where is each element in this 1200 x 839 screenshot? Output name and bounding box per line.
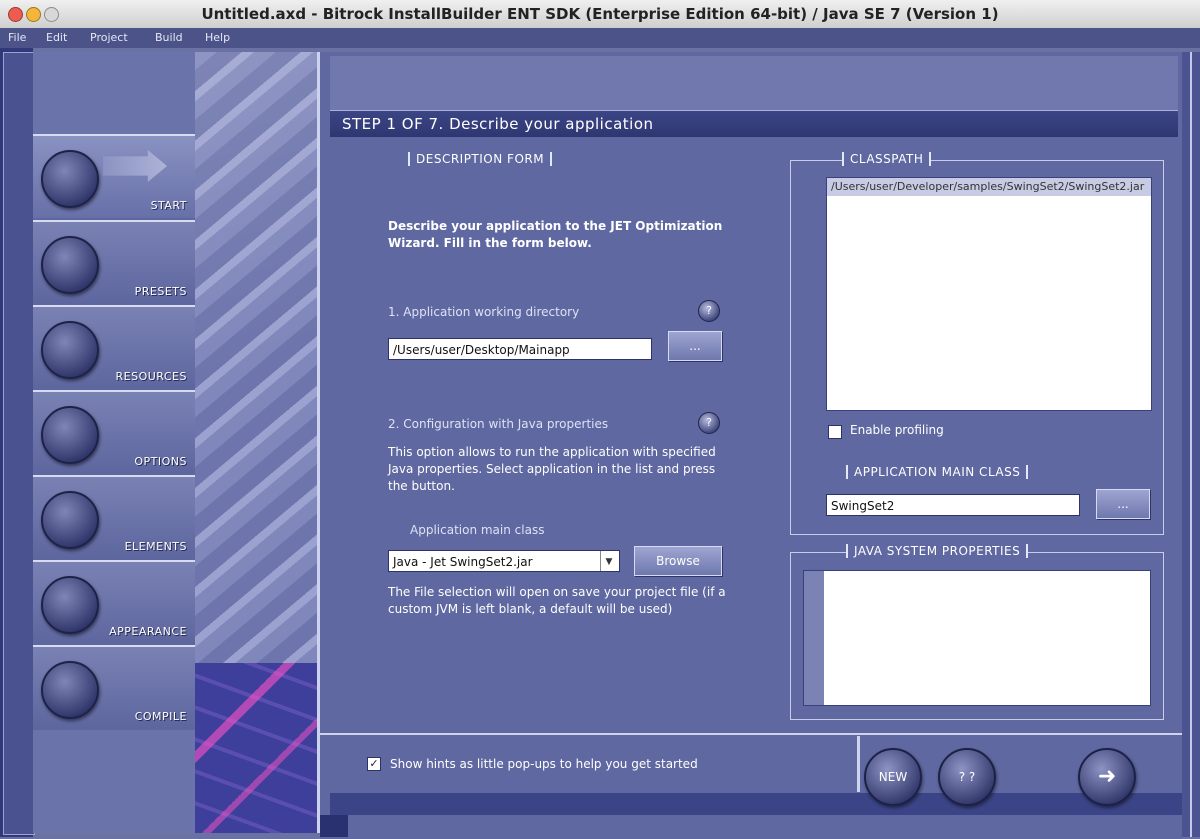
bottom-strip <box>330 793 1182 815</box>
enable-profiling-checkbox[interactable] <box>828 425 842 439</box>
help-icon[interactable]: ? <box>698 300 720 322</box>
main-class-legend: APPLICATION MAIN CLASS <box>846 465 1029 479</box>
knob-icon <box>41 150 99 208</box>
system-properties-table[interactable] <box>803 570 1151 706</box>
main-class-select-value: Java - Jet SwingSet2.jar <box>393 555 533 569</box>
sidebar-item-label: START <box>150 199 187 212</box>
menu-bar: File Edit Project Build Help <box>0 28 1200 48</box>
divider <box>857 736 860 792</box>
description-intro: Describe your application to the JET Opt… <box>388 219 723 250</box>
browse-directory-button[interactable]: ... <box>668 331 722 361</box>
step-header: STEP 1 OF 7. Describe your application <box>330 110 1178 137</box>
sidebar-item-label: RESOURCES <box>115 370 187 383</box>
sidebar-item-label: ELEMENTS <box>124 540 187 553</box>
classpath-list[interactable]: /Users/user/Developer/samples/SwingSet2/… <box>826 177 1152 411</box>
field1-label: 1. Application working directory <box>388 305 580 319</box>
menu-project[interactable]: Project <box>90 31 128 44</box>
enable-profiling-label: Enable profiling <box>850 423 944 437</box>
decorative-artwork <box>195 52 320 833</box>
main-class-select[interactable]: Java - Jet SwingSet2.jar ▼ <box>388 550 620 572</box>
title-bar: Untitled.axd - Bitrock InstallBuilder EN… <box>0 0 1200 29</box>
knob-icon <box>41 321 99 379</box>
knob-icon <box>41 236 99 294</box>
sidebar-item-label: APPEARANCE <box>109 625 187 638</box>
form-note: The File selection will open on save you… <box>388 585 726 616</box>
menu-build[interactable]: Build <box>155 31 183 44</box>
menu-file[interactable]: File <box>8 31 26 44</box>
description-form-legend: DESCRIPTION FORM <box>408 152 553 166</box>
sidebar-item-resources[interactable]: RESOURCES <box>33 305 195 389</box>
classpath-legend: CLASSPATH <box>842 152 932 166</box>
knob-icon <box>41 661 99 719</box>
sidebar-item-options[interactable]: OPTIONS <box>33 390 195 474</box>
field2-label: 2. Configuration with Java properties <box>388 417 609 431</box>
sidebar-item-label: OPTIONS <box>134 455 187 468</box>
left-border-panel <box>3 52 35 835</box>
sidebar-item-label: COMPILE <box>134 710 187 723</box>
sidebar-item-compile[interactable]: COMPILE <box>33 645 195 729</box>
knob-icon <box>41 406 99 464</box>
right-border <box>1182 52 1200 837</box>
main-class-input[interactable]: SwingSet2 <box>826 494 1080 516</box>
main-header <box>330 56 1178 110</box>
classpath-entry[interactable]: /Users/user/Developer/samples/SwingSet2/… <box>827 178 1151 196</box>
sidebar-item-elements[interactable]: ELEMENTS <box>33 475 195 559</box>
help-icon[interactable]: ? <box>698 412 720 434</box>
system-properties-legend: JAVA SYSTEM PROPERTIES <box>846 544 1029 558</box>
bottom-corner <box>320 815 348 837</box>
row-header-column <box>804 571 824 705</box>
bottom-bar <box>320 733 1182 839</box>
window-title: Untitled.axd - Bitrock InstallBuilder EN… <box>201 5 999 23</box>
help-button[interactable]: ? ? <box>938 748 996 806</box>
menu-edit[interactable]: Edit <box>46 31 67 44</box>
new-button[interactable]: NEW <box>864 748 922 806</box>
knob-icon <box>41 491 99 549</box>
keyboard-artwork <box>195 663 320 833</box>
sidebar-footer <box>33 730 195 833</box>
sidebar-item-label: PRESETS <box>134 285 187 298</box>
chevron-down-icon[interactable]: ▼ <box>600 551 617 571</box>
sidebar-item-start[interactable]: START <box>33 134 195 218</box>
show-hints-checkbox[interactable]: ✓ <box>367 757 381 771</box>
sidebar-header <box>33 52 195 134</box>
sidebar-item-appearance[interactable]: APPEARANCE <box>33 560 195 644</box>
next-arrow-icon[interactable]: ➜ <box>1078 748 1136 806</box>
main-class-browse-button[interactable]: ... <box>1096 489 1150 519</box>
step-title: STEP 1 OF 7. Describe your application <box>342 115 654 133</box>
menu-help[interactable]: Help <box>205 31 230 44</box>
working-directory-input[interactable]: /Users/user/Desktop/Mainapp <box>388 338 652 360</box>
sidebar-item-presets[interactable]: PRESETS <box>33 220 195 304</box>
main-class-label: Application main class <box>410 523 545 537</box>
knob-icon <box>41 576 99 634</box>
field2-description: This option allows to run the applicatio… <box>388 445 716 493</box>
current-step-arrow-icon <box>103 150 167 182</box>
browse-main-class-button[interactable]: Browse <box>634 546 722 576</box>
show-hints-label: Show hints as little pop-ups to help you… <box>390 757 698 771</box>
